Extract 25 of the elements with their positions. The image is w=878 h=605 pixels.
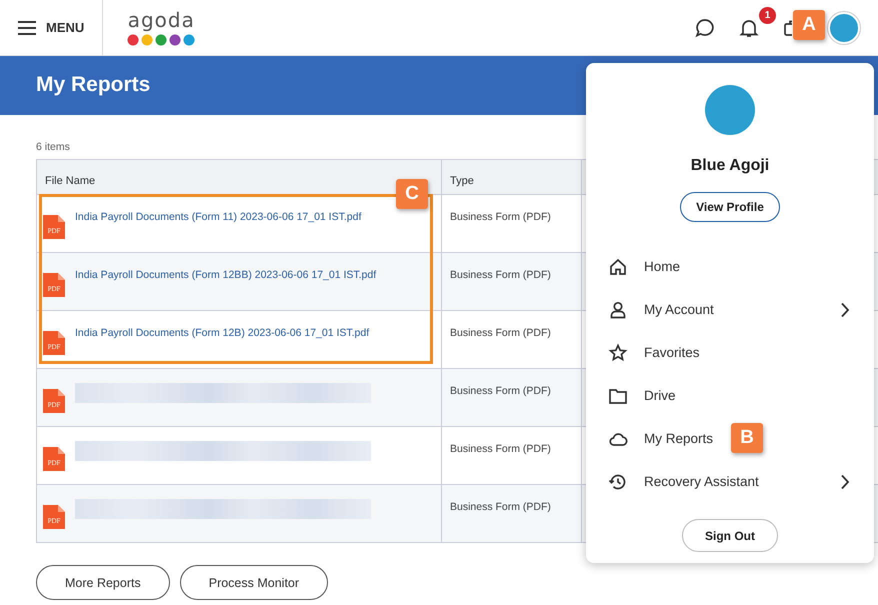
item-count: 6 items (36, 141, 70, 153)
menu-item[interactable]: Favorites (644, 345, 700, 360)
user-name: Blue Agoji (690, 157, 770, 175)
file-link[interactable]: India Payroll Documents (Form 12BB) 2023-06-06 17_01 IST.pdf (75, 269, 376, 281)
type-cell: Business Form (PDF) (441, 252, 581, 310)
file-link[interactable]: India Payroll Documents (Form 12B) 2023-06-06 17_01 IST.pdf (75, 327, 370, 339)
file-link[interactable]: India Payroll Documents (Form 11) 2023-06-06 17_01 IST.pdf (75, 211, 362, 223)
annotation-label: A (793, 10, 825, 40)
type-cell: Business Form (PDF) (441, 484, 581, 542)
menu-item[interactable]: Home (644, 259, 680, 274)
view-profile-button[interactable]: View Profile (680, 192, 780, 222)
annotation-label: C (396, 179, 428, 209)
page-title: My Reports (36, 72, 150, 98)
action-button[interactable]: More Reports (36, 565, 170, 600)
annotation-label: B (731, 423, 763, 453)
logo-text: agoda (128, 9, 195, 31)
action-button[interactable]: Process Monitor (180, 565, 328, 600)
menu-item[interactable]: Recovery Assistant (644, 474, 759, 489)
menu-item[interactable]: Drive (644, 388, 676, 403)
menu-item[interactable]: My Account (644, 302, 714, 317)
notification-badge: 1 (759, 6, 776, 24)
sign-out-button[interactable]: Sign Out (682, 519, 778, 552)
menu-item[interactable]: My Reports (644, 431, 714, 446)
column-header[interactable]: Type (441, 160, 581, 194)
type-cell: Business Form (PDF) (441, 368, 581, 426)
